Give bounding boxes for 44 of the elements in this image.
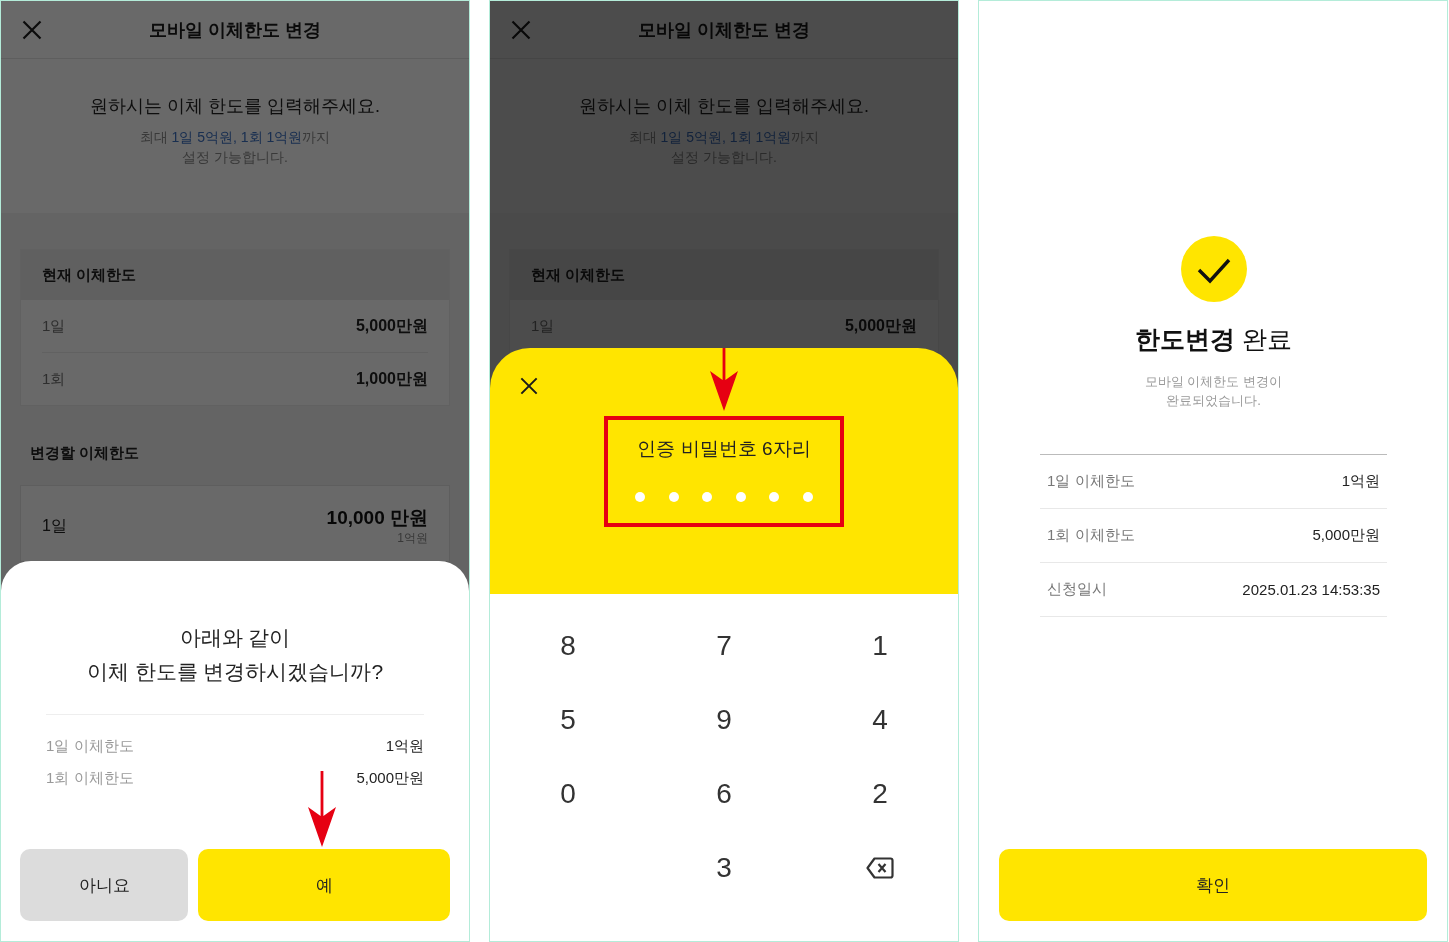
result-title: 한도변경 완료: [1135, 324, 1292, 355]
limit-value: 5,000만원: [355, 315, 428, 336]
keypad-key[interactable]: 4: [866, 704, 894, 736]
limit-value: 5,000만원: [844, 315, 917, 336]
limit-value: 5,000만원: [356, 768, 424, 788]
limit-value: 2025.01.23 14:53:35: [1242, 581, 1380, 598]
limit-label: 1일: [42, 515, 67, 536]
limit-label: 1회: [42, 369, 66, 389]
keypad-key[interactable]: 9: [710, 704, 738, 736]
no-button[interactable]: 아니요: [20, 849, 188, 921]
limit-label: 1일 이체한도: [46, 736, 134, 756]
confirm-question: 아래와 같이 이체 한도를 변경하시겠습니까?: [85, 625, 385, 685]
card-title: 현재 이체한도: [531, 265, 626, 285]
screen-title: 모바일 이체한도 변경: [149, 18, 321, 42]
keypad-key[interactable]: 2: [866, 778, 894, 810]
backspace-icon[interactable]: [866, 857, 894, 879]
check-icon: [1180, 236, 1247, 302]
keypad-key[interactable]: 6: [710, 778, 738, 810]
result-message: 모바일 이체한도 변경이 완료되었습니다.: [1144, 373, 1283, 410]
instruction-text: 원하시는 이체 한도를 입력해주세요.: [89, 95, 381, 118]
limit-label: 신청일시: [1047, 580, 1107, 599]
confirm-button[interactable]: 확인: [999, 849, 1427, 921]
screen-title: 모바일 이체한도 변경: [638, 18, 810, 42]
keypad-key[interactable]: 5: [554, 704, 582, 736]
section-title: 변경할 이체한도: [30, 443, 141, 463]
keypad-key[interactable]: 7: [710, 630, 738, 662]
limit-value: 1억원: [1341, 472, 1380, 491]
limit-label: 1일 이체한도: [1047, 472, 1135, 491]
keypad-key[interactable]: 8: [554, 630, 582, 662]
pin-prompt: 인증 비밀번호 6자리: [637, 437, 811, 461]
keypad-key[interactable]: 1: [866, 630, 894, 662]
instruction-text: 원하시는 이체 한도를 입력해주세요.: [578, 95, 870, 118]
limit-value: 1억원: [385, 736, 424, 756]
limit-label: 1회 이체한도: [1047, 526, 1135, 545]
limit-value: 1,000만원: [355, 368, 428, 389]
amount-value: 10,000 만원: [326, 506, 428, 530]
keypad-key[interactable]: 0: [554, 778, 582, 810]
limit-value: 5,000만원: [1312, 526, 1380, 545]
limit-label: 1회 이체한도: [46, 768, 134, 788]
limit-label: 1일: [42, 316, 66, 336]
keypad-key[interactable]: 3: [710, 852, 738, 884]
card-title: 현재 이체한도: [42, 265, 137, 285]
close-icon[interactable]: [520, 377, 538, 395]
yes-button[interactable]: 예: [198, 849, 450, 921]
